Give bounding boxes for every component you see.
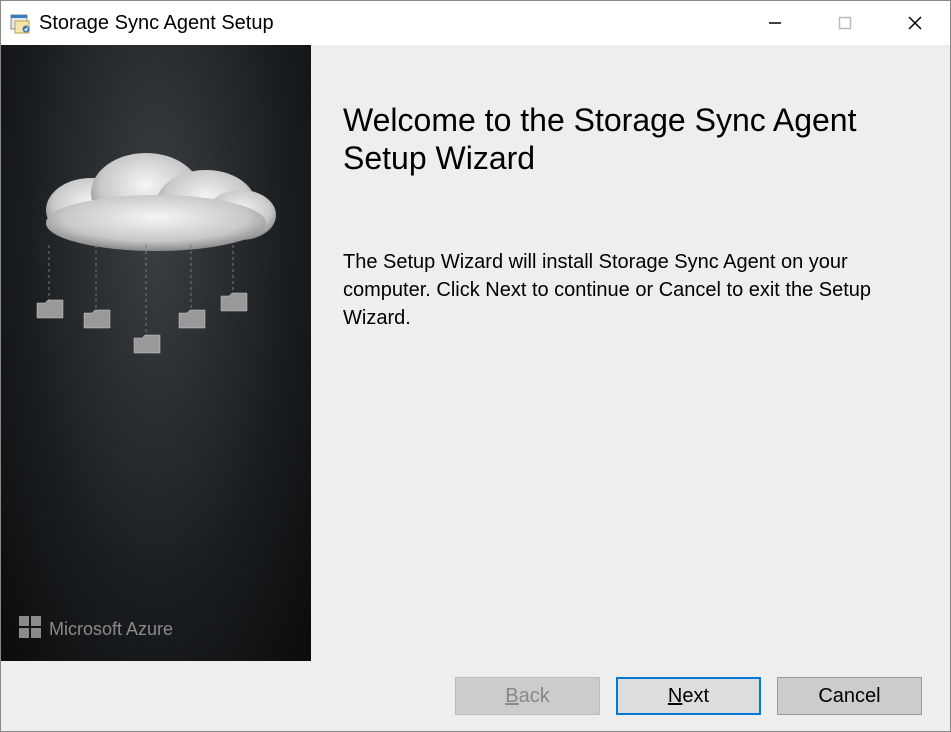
welcome-body: The Setup Wizard will install Storage Sy… bbox=[343, 248, 910, 332]
window-title: Storage Sync Agent Setup bbox=[39, 12, 740, 35]
cancel-button[interactable]: Cancel bbox=[777, 677, 922, 715]
installer-icon bbox=[9, 11, 33, 35]
minimize-button[interactable] bbox=[740, 1, 810, 45]
button-bar: Back Next Cancel bbox=[1, 661, 950, 731]
cloud-icon bbox=[31, 145, 281, 255]
back-button: Back bbox=[455, 677, 600, 715]
welcome-heading: Welcome to the Storage Sync Agent Setup … bbox=[343, 101, 910, 178]
titlebar: Storage Sync Agent Setup bbox=[1, 1, 950, 45]
windows-logo-icon bbox=[19, 616, 41, 643]
next-button[interactable]: Next bbox=[616, 677, 761, 715]
maximize-button bbox=[810, 1, 880, 45]
installer-window: Storage Sync Agent Setup bbox=[0, 0, 951, 732]
main-panel: Welcome to the Storage Sync Agent Setup … bbox=[311, 45, 950, 661]
titlebar-controls bbox=[740, 1, 950, 45]
folders-graphic bbox=[1, 245, 311, 365]
sidebar-graphic: Microsoft Azure bbox=[1, 45, 311, 661]
close-button[interactable] bbox=[880, 1, 950, 45]
azure-brand-text: Microsoft Azure bbox=[49, 619, 173, 640]
content-area: Microsoft Azure Welcome to the Storage S… bbox=[1, 45, 950, 661]
azure-branding: Microsoft Azure bbox=[19, 616, 173, 643]
